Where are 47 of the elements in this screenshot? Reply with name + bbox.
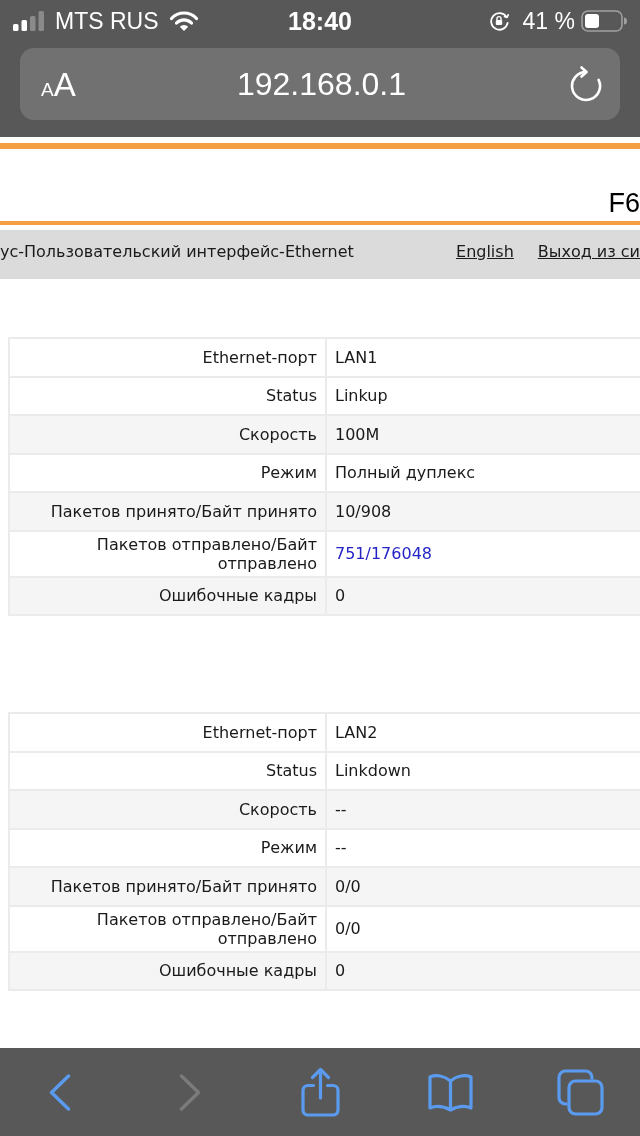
field-label: Ethernet-порт (9, 713, 326, 752)
field-value: Linkdown (326, 751, 640, 790)
field-label: Пакетов отправлено/Байт отправлено (9, 530, 326, 577)
circular-arrow-icon[interactable] (570, 66, 602, 102)
chevron-left-icon[interactable] (49, 1073, 71, 1111)
carrier-name: MTS RUS (55, 9, 159, 33)
field-value: -- (326, 828, 640, 867)
field-value: LAN1 (326, 338, 640, 377)
field-label: Режим (9, 453, 326, 492)
field-label: Скорость (9, 415, 326, 454)
url-text: 192.168.0.1 (236, 68, 406, 100)
clock-time: 18:40 (288, 8, 352, 34)
field-value: 10/908 (326, 492, 640, 531)
wifi-icon (168, 10, 199, 32)
field-label: Пакетов отправлено/Байт отправлено (9, 905, 326, 952)
field-value: 100M (326, 415, 640, 454)
text-size-button[interactable]: AA (41, 67, 76, 101)
field-label: Status (9, 751, 326, 790)
share-icon[interactable] (300, 1067, 340, 1117)
field-label: Режим (9, 828, 326, 867)
field-label: Ошибочные кадры (9, 576, 326, 615)
field-label: Пакетов принято/Байт принято (9, 867, 326, 906)
page-title: F6 (608, 190, 640, 220)
number-link[interactable]: 751/176048 (326, 530, 640, 577)
field-value: Linkup (326, 376, 640, 415)
field-value: LAN2 (326, 713, 640, 752)
field-label: Скорость (9, 790, 326, 829)
battery-icon (581, 10, 627, 32)
battery-percentage: 41 % (522, 9, 575, 33)
address-bar[interactable]: AA 192.168.0.1 (20, 48, 620, 120)
breadcrumb-text: ус-Пользовательский интерфейс-Ethernet (0, 241, 354, 262)
nav-link[interactable]: Выход из си (537, 241, 640, 262)
field-label: Ethernet-порт (9, 338, 326, 377)
field-value: Полный дуплекс (326, 453, 640, 492)
field-label: Пакетов принято/Байт принято (9, 492, 326, 531)
nav-link[interactable]: English (456, 241, 514, 262)
book-icon[interactable] (427, 1072, 473, 1112)
field-value: 0 (326, 576, 640, 615)
rotation-lock-icon (488, 11, 510, 31)
signal-bars-icon (13, 11, 45, 31)
field-value: -- (326, 790, 640, 829)
field-value: 0/0 (326, 905, 640, 952)
field-value: 0/0 (326, 867, 640, 906)
field-value: 0 (326, 951, 640, 990)
field-label: Ошибочные кадры (9, 951, 326, 990)
overlapping-squares-icon[interactable] (556, 1068, 604, 1116)
field-label: Status (9, 376, 326, 415)
